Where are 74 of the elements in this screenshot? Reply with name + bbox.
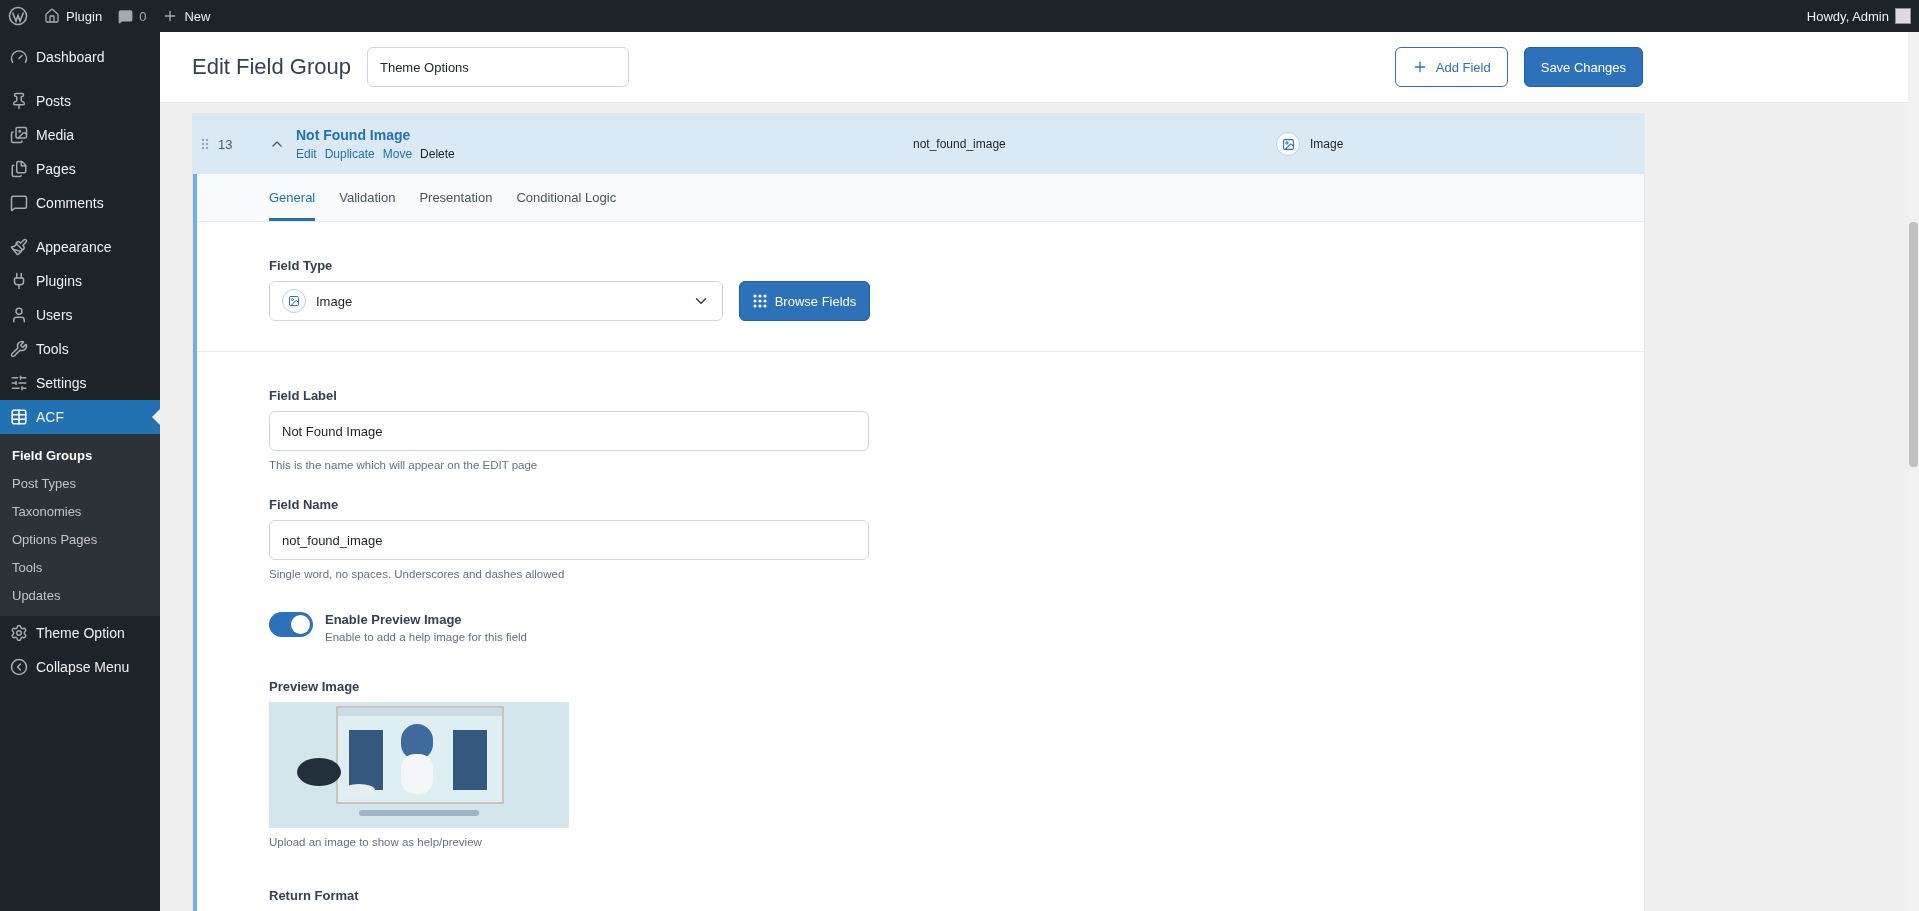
brush-icon — [10, 238, 28, 256]
sidebar-item[interactable]: Pages — [0, 152, 160, 186]
tab[interactable]: Presentation — [419, 174, 493, 221]
text-field[interactable]: not_found_image — [269, 520, 869, 560]
sidebar-item[interactable]: Media — [0, 118, 160, 152]
field-row[interactable]: 13 Not Found Image Edit Duplicate Move Delete not_found_image Image — [193, 114, 1644, 174]
comment-icon — [10, 194, 28, 212]
submenu-item[interactable]: Tools — [0, 553, 160, 581]
greeting-link[interactable]: Howdy, Admin — [1806, 8, 1889, 24]
sidebar-item[interactable]: Plugins — [0, 264, 160, 298]
toggle-label: Enable Preview Image — [325, 612, 463, 627]
help-text: Single word, no spaces. Underscores and dashes allowed — [269, 568, 566, 580]
field-type-select[interactable]: Image — [269, 281, 723, 321]
table-icon — [10, 408, 28, 426]
action-link[interactable]: Move — [382, 147, 413, 161]
pin-icon — [10, 92, 28, 110]
tab[interactable]: Validation — [339, 174, 396, 221]
field-label: Return Format — [269, 888, 360, 903]
action-link[interactable]: Duplicate — [324, 147, 375, 161]
toggle-description: Enable to add a help image for this field — [325, 631, 528, 643]
wrench-icon — [10, 340, 28, 358]
tab[interactable]: Conditional Logic — [516, 174, 617, 221]
add-button[interactable]: Add Field — [1394, 47, 1508, 87]
wordpress-logo-icon[interactable] — [8, 6, 28, 26]
pages-icon — [10, 160, 28, 178]
field-label: Preview Image — [269, 679, 361, 694]
grid-icon — [752, 294, 767, 308]
submenu-item[interactable]: Field Groups — [0, 441, 160, 469]
page-title: Edit Field Group — [192, 54, 351, 80]
text-field[interactable]: Not Found Image — [269, 411, 869, 451]
action-link[interactable]: Edit — [296, 147, 317, 161]
save-button[interactable]: Save Changes — [1523, 47, 1643, 87]
sliders-icon — [10, 374, 28, 392]
toggle-switch[interactable] — [269, 612, 313, 637]
field-number: 13 — [218, 136, 234, 152]
submenu-item[interactable]: Updates — [0, 581, 160, 609]
image-icon — [1276, 132, 1300, 156]
drag-handle-icon[interactable] — [201, 138, 209, 150]
sidebar-item[interactable]: ACF — [0, 400, 160, 434]
sidebar-item[interactable]: Collapse Menu — [0, 650, 160, 684]
help-text: Upload an image to show as help/preview — [269, 836, 483, 848]
tab[interactable]: General — [269, 174, 316, 221]
site-name-link[interactable]: Plugin — [66, 8, 103, 24]
media-icon — [10, 126, 28, 144]
help-text: This is the name which will appear on the EDIT page — [269, 459, 539, 471]
browse-fields-button[interactable]: Browse Fields — [739, 281, 870, 321]
sidebar-item[interactable]: Appearance — [0, 230, 160, 264]
sidebar-item[interactable]: Theme Option — [0, 616, 160, 650]
sidebar-item[interactable]: Tools — [0, 332, 160, 366]
sidebar-item[interactable]: Posts — [0, 84, 160, 118]
new-link[interactable]: New — [184, 8, 211, 24]
collapse-icon — [10, 658, 28, 676]
user-icon — [10, 306, 28, 324]
field-name-cell-text: not_found_image — [913, 137, 1007, 151]
title-field[interactable]: Theme Options — [366, 47, 629, 87]
sidebar-item[interactable]: Users — [0, 298, 160, 332]
submenu-item[interactable]: Taxonomies — [0, 497, 160, 525]
comment-count[interactable]: 0 — [139, 8, 147, 24]
home-icon[interactable] — [44, 8, 60, 24]
comment-icon[interactable] — [118, 8, 134, 24]
field-label: Field Name — [269, 497, 340, 512]
field-label: Field Type — [269, 258, 334, 273]
field-title-link[interactable]: Not Found Image — [296, 127, 913, 143]
delete-link[interactable]: Delete — [420, 147, 455, 161]
submenu-item[interactable]: Options Pages — [0, 525, 160, 553]
sidebar-item[interactable]: Settings — [0, 366, 160, 400]
image-icon — [282, 289, 306, 313]
sidebar-item[interactable]: Comments — [0, 186, 160, 220]
submenu-item[interactable]: Post Types — [0, 469, 160, 497]
dashboard-icon — [10, 48, 28, 66]
sidebar-item[interactable]: Dashboard — [0, 40, 160, 74]
field-type-cell: Image — [1310, 137, 1344, 151]
field-label: Field Label — [269, 388, 338, 403]
settings-icon — [10, 624, 28, 642]
